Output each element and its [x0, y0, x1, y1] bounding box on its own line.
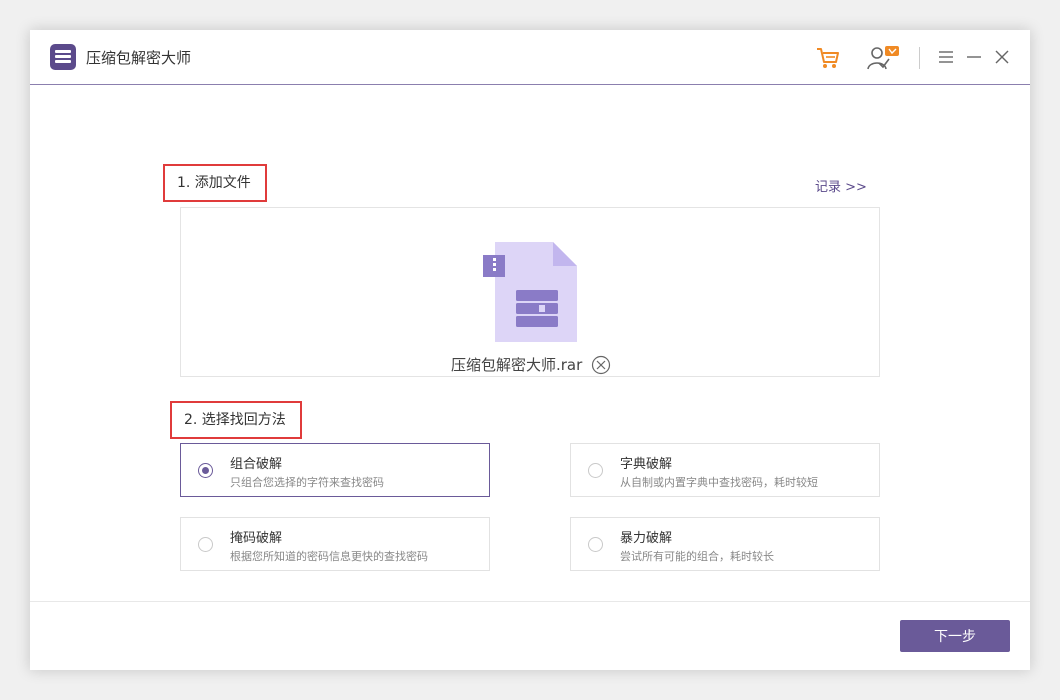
radio-button[interactable] [198, 463, 213, 478]
archive-file-icon [483, 242, 577, 342]
step1-label: 1. 添加文件 [163, 164, 267, 202]
cart-icon[interactable] [815, 45, 841, 71]
close-icon[interactable] [994, 49, 1010, 65]
option-description: 根据您所知道的密码信息更快的查找密码 [230, 550, 428, 563]
file-name-row: 压缩包解密大师.rar [181, 354, 881, 375]
footer-divider [30, 601, 1030, 602]
next-step-button[interactable]: 下一步 [900, 620, 1010, 652]
option-description: 尝试所有可能的组合，耗时较长 [620, 550, 774, 563]
method-option-combination[interactable]: 组合破解 只组合您选择的字符来查找密码 [180, 443, 490, 497]
titlebar: 压缩包解密大师 [30, 30, 1030, 85]
record-link[interactable]: 记录 >> [815, 176, 867, 195]
minimize-icon[interactable] [966, 49, 982, 65]
app-logo-icon [50, 44, 76, 70]
app-window: 压缩包解密大师 1. 添加文件 记录 >> 压缩包解密大师.rar 2. 选择找… [30, 30, 1030, 670]
method-option-dictionary[interactable]: 字典破解 从自制或内置字典中查找密码，耗时较短 [570, 443, 880, 497]
radio-button[interactable] [588, 463, 603, 478]
menu-icon[interactable] [938, 49, 954, 65]
option-description: 从自制或内置字典中查找密码，耗时较短 [620, 476, 818, 489]
option-title: 掩码破解 [230, 531, 283, 546]
file-dropzone[interactable]: 压缩包解密大师.rar [180, 207, 880, 377]
method-option-brute-force[interactable]: 暴力破解 尝试所有可能的组合，耗时较长 [570, 517, 880, 571]
step2-label: 2. 选择找回方法 [170, 401, 302, 439]
radio-button[interactable] [588, 537, 603, 552]
app-title: 压缩包解密大师 [86, 49, 192, 67]
option-title: 组合破解 [230, 457, 283, 472]
file-name: 压缩包解密大师.rar [450, 356, 583, 374]
user-account-icon[interactable] [865, 44, 901, 72]
option-title: 暴力破解 [620, 531, 673, 546]
method-option-mask[interactable]: 掩码破解 根据您所知道的密码信息更快的查找密码 [180, 517, 490, 571]
option-title: 字典破解 [620, 457, 673, 472]
option-description: 只组合您选择的字符来查找密码 [230, 476, 384, 489]
titlebar-divider [919, 47, 920, 69]
radio-button[interactable] [198, 537, 213, 552]
remove-file-icon[interactable] [591, 355, 611, 375]
